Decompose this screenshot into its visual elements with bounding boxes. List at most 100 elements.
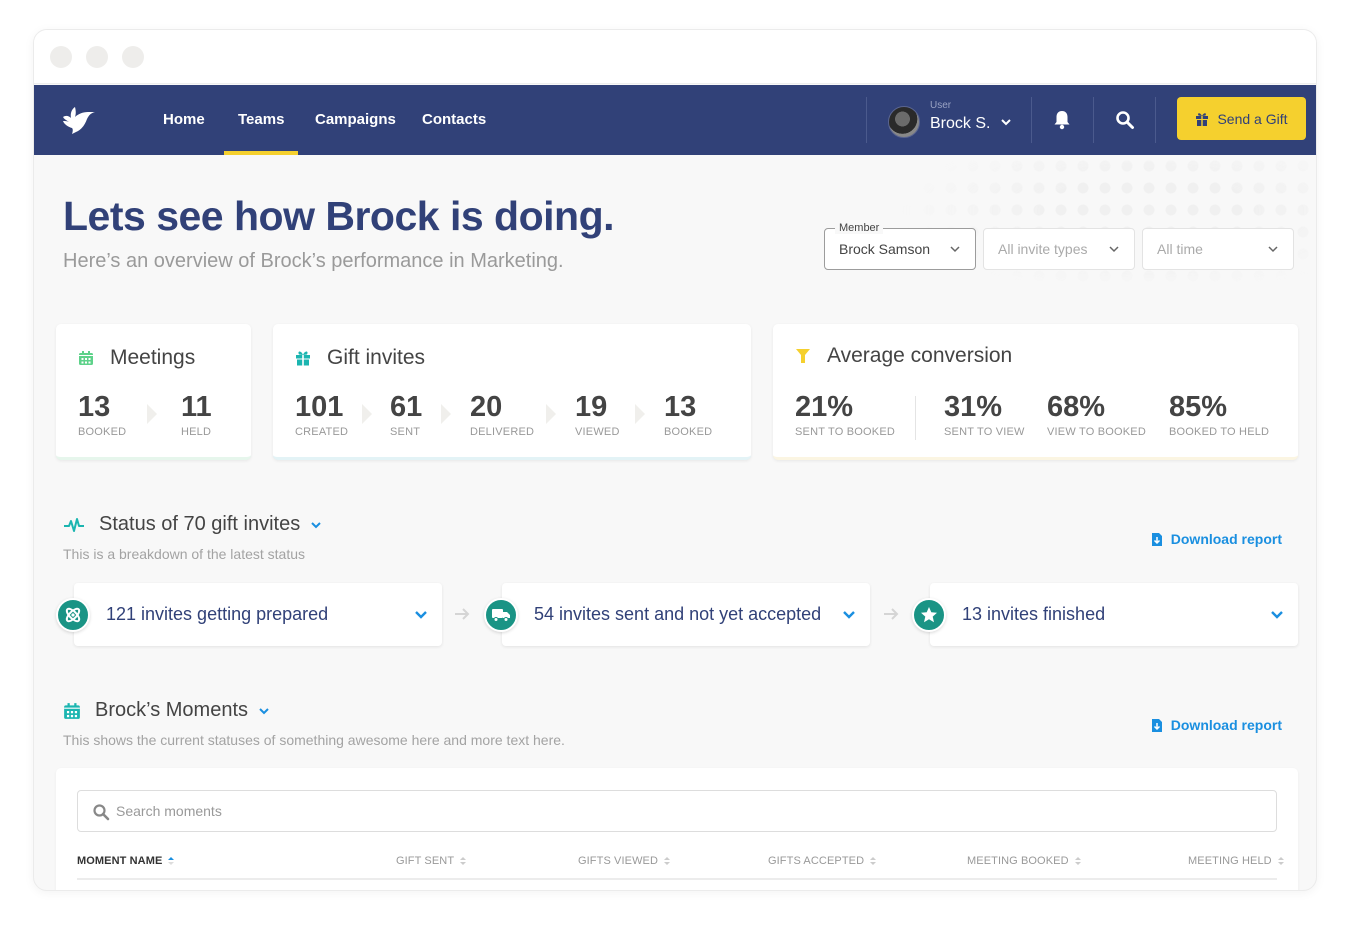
column-header-gifts-accepted[interactable]: GIFTS ACCEPTED [768,855,877,867]
time-select-value: All time [1157,241,1203,257]
moments-table: MOMENT NAME GIFT SENT GIFTS VIEWED GIFTS… [56,768,1298,890]
status-step-label: 121 invites getting prepared [106,604,329,624]
stat-value: 21% [795,391,854,423]
member-select-value: Brock Samson [839,241,931,257]
atom-icon [56,598,90,632]
member-select-label: Member [835,222,884,234]
arrow-divider-icon [362,404,372,424]
stat-value: 68% [1047,391,1106,423]
arrow-divider-icon [441,404,451,424]
stat-value: 85% [1169,391,1228,423]
gift-invites-title: Gift invites [327,346,426,369]
chevron-down-icon[interactable] [999,115,1013,129]
chevron-down-icon[interactable] [310,519,322,531]
stat-value: 61 [390,391,423,423]
stat-label: CREATED [295,426,349,438]
stat-label: SENT TO VIEW [944,426,1025,438]
window-close-dot[interactable] [50,46,72,68]
download-report-link[interactable]: Download report [1151,531,1282,547]
stat-booked: 13 BOOKED [78,390,126,438]
nav-divider [866,97,867,143]
search-icon [93,804,110,821]
send-gift-label: Send a Gift [1217,110,1288,127]
stat-value: 11 [181,391,212,423]
stat-label: VIEW TO BOOKED [1047,426,1146,438]
chevron-down-icon[interactable] [258,705,270,717]
stat-booked-to-held: 85% BOOKED TO HELD [1169,390,1269,438]
search-moments-field[interactable] [77,790,1277,832]
column-header-meeting-booked[interactable]: MEETING BOOKED [967,855,1081,867]
status-step-label: 54 invites sent and not yet accepted [534,604,822,624]
gift-invites-card: Gift invites 101 CREATED 61 SENT 20 DELI… [273,324,751,460]
status-step-finished[interactable]: 13 invites finished [930,583,1298,646]
column-header-label: MEETING HELD [1188,855,1272,867]
meetings-card: Meetings 13 BOOKED 11 HELD [56,324,251,460]
chevron-down-icon [1271,611,1283,619]
nav-divider [1031,97,1032,143]
arrow-divider-icon [147,404,157,424]
decorative-pattern [896,155,1316,295]
sort-asc-icon [168,857,175,865]
column-header-meeting-held[interactable]: MEETING HELD [1188,855,1284,867]
stat-label: HELD [181,426,212,438]
stat-view-to-booked: 68% VIEW TO BOOKED [1047,390,1146,438]
moments-section-title[interactable]: Brock’s Moments [63,699,270,722]
column-header-label: GIFTS ACCEPTED [768,855,865,867]
download-report-label: Download report [1170,717,1282,733]
stat-label: SENT TO BOOKED [795,426,895,438]
invite-type-select[interactable]: All invite types [983,228,1135,270]
truck-icon [484,598,518,632]
stat-viewed: 19 VIEWED [575,390,620,438]
gift-invites-card-title: Gift invites [295,346,425,370]
stat-value: 13 [78,391,111,423]
window-maximize-dot[interactable] [122,46,144,68]
nav-teams[interactable]: Teams [223,85,299,155]
status-section-title[interactable]: Status of 70 gift invites [63,513,322,536]
nav-contacts[interactable]: Contacts [422,85,486,155]
column-header-gifts-viewed[interactable]: GIFTS VIEWED [578,855,671,867]
stat-value: 101 [295,391,344,423]
status-section-subtitle: This is a breakdown of the latest status [63,546,306,562]
sort-icon [1277,857,1284,865]
status-step-sent[interactable]: 54 invites sent and not yet accepted [502,583,870,646]
arrow-right-icon [884,608,899,620]
funnel-icon [796,349,810,363]
title-bar [34,30,1316,84]
moments-title-text: Brock’s Moments [95,699,249,721]
column-header-label: GIFTS VIEWED [578,855,659,867]
bird-logo-icon[interactable] [60,105,96,135]
member-select[interactable]: Member Brock Samson [824,222,976,270]
column-header-label: GIFT SENT [396,855,455,867]
stat-held: 11 HELD [181,390,212,438]
user-name[interactable]: Brock S. [930,115,990,133]
calendar-icon [64,702,80,719]
search-icon[interactable] [1115,110,1135,130]
time-select[interactable]: All time [1142,228,1294,270]
file-download-icon [1151,532,1162,546]
meetings-card-title: Meetings [78,346,195,370]
header-divider [77,878,1277,880]
page-title: Lets see how Brock is doing. [63,193,615,239]
send-gift-button[interactable]: Send a Gift [1177,97,1306,140]
status-step-prepared[interactable]: 121 invites getting prepared [74,583,442,646]
arrow-divider-icon [546,404,556,424]
avatar[interactable] [888,106,920,138]
conversion-title: Average conversion [827,344,1013,367]
nav-campaigns[interactable]: Campaigns [315,85,396,155]
window-minimize-dot[interactable] [86,46,108,68]
column-header-gift-sent[interactable]: GIFT SENT [396,855,467,867]
stat-sent-to-view: 31% SENT TO VIEW [944,390,1025,438]
stat-sent-to-booked: 21% SENT TO BOOKED [795,390,895,438]
conversion-card-title: Average conversion [795,344,1012,368]
bell-icon[interactable] [1053,110,1071,130]
download-report-label: Download report [1170,531,1282,547]
column-header-moment-name[interactable]: MOMENT NAME [77,855,175,867]
stat-value: 31% [944,391,1003,423]
search-moments-input[interactable] [116,791,1256,831]
sort-icon [870,857,877,865]
nav-divider [1155,97,1156,143]
nav-home[interactable]: Home [163,85,205,155]
stat-label: DELIVERED [470,426,535,438]
invite-type-select-value: All invite types [998,241,1088,257]
download-report-link[interactable]: Download report [1151,717,1282,733]
